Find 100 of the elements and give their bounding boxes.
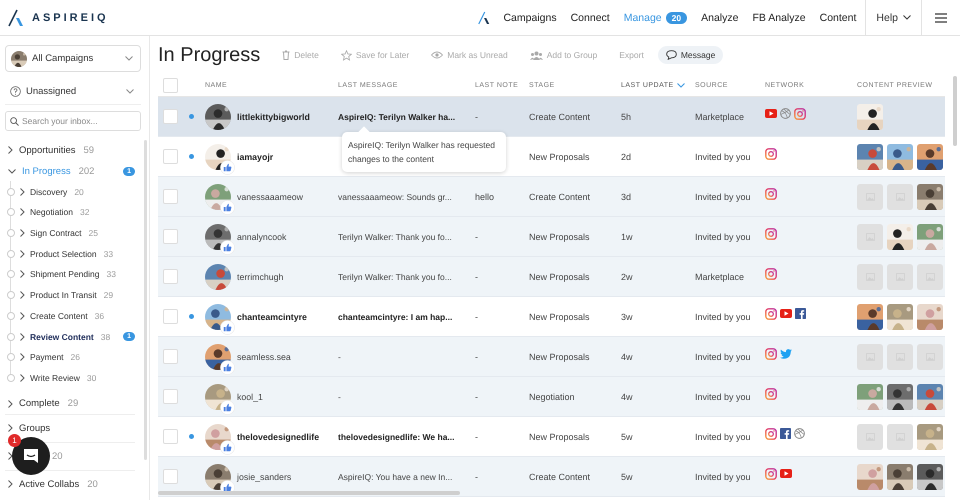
table-row[interactable]: annalyncook Terilyn Walker: Thank you fo... - New Proposals 1w Invited by you: [158, 217, 945, 257]
folder-item[interactable]: Opportunities: [19, 144, 76, 156]
unread-dot: [189, 114, 194, 119]
youtube-icon: [780, 309, 792, 318]
chevron-right-icon[interactable]: [8, 452, 13, 460]
stage-count: 32: [80, 207, 90, 218]
stage-item[interactable]: Product In Transit: [30, 290, 97, 300]
influencer-name[interactable]: iamayojr: [237, 152, 274, 162]
stage-item[interactable]: Create Content: [30, 310, 88, 321]
influencer-name[interactable]: vanessaaameow: [237, 192, 304, 202]
nav-link[interactable]: Content: [812, 12, 864, 24]
chevron-right-icon[interactable]: [20, 332, 25, 341]
update-time: 4w: [621, 392, 634, 402]
row-checkbox[interactable]: [163, 189, 178, 204]
table-row[interactable]: kool_1 - - Negotiation 4w Invited by you: [158, 377, 945, 417]
chevron-right-icon[interactable]: [8, 400, 13, 408]
stage-node-icon: [7, 229, 15, 238]
chevron-right-icon[interactable]: [20, 353, 25, 362]
stage-text: Negotiation: [529, 392, 576, 402]
row-checkbox[interactable]: [163, 349, 178, 364]
assignee-dropdown[interactable]: Unassigned: [5, 78, 141, 105]
row-checkbox[interactable]: [163, 109, 178, 124]
chevron-right-icon[interactable]: [20, 229, 25, 238]
chevron-right-icon[interactable]: [20, 208, 25, 216]
trash-icon: [282, 50, 290, 60]
table-row[interactable]: vanessaaameow vanessaaameow: Sounds gr... hello Create Content 3d Invited by you: [158, 177, 945, 217]
last-message: AspireIQ: Terilyn Walker ha...: [338, 112, 456, 122]
chevron-right-icon[interactable]: [8, 146, 13, 154]
nav-link[interactable]: Analyze: [694, 12, 746, 24]
source-text: Invited by you: [695, 472, 752, 482]
row-checkbox[interactable]: [163, 229, 178, 244]
influencer-name[interactable]: annalyncook: [237, 232, 286, 242]
chevron-down-icon[interactable]: [903, 15, 911, 20]
stage-node-icon: [7, 291, 15, 300]
stage-item[interactable]: Negotiation: [30, 207, 74, 218]
row-checkbox[interactable]: [163, 389, 178, 404]
notification-badge: 1: [8, 434, 21, 447]
stage-item[interactable]: Sign Contract: [30, 228, 82, 238]
menu-icon[interactable]: [935, 12, 947, 22]
row-checkbox[interactable]: [163, 309, 178, 324]
stage-item[interactable]: Payment: [30, 352, 64, 362]
youtube-icon: [765, 109, 777, 118]
source-text: Invited by you: [695, 392, 752, 402]
source-text: Invited by you: [695, 432, 752, 442]
chevron-right-icon[interactable]: [8, 424, 13, 432]
influencer-name[interactable]: josie_sanders: [237, 472, 292, 482]
chevron-right-icon[interactable]: [20, 291, 25, 300]
update-time: 5w: [621, 472, 634, 482]
logo-icon[interactable]: [478, 10, 490, 24]
stage-item[interactable]: Write Review: [30, 372, 80, 383]
nav-link[interactable]: FB Analyze: [745, 12, 813, 24]
influencer-name[interactable]: chanteamcintyre: [237, 312, 307, 322]
chevron-right-icon[interactable]: [20, 250, 25, 258]
chevron-right-icon[interactable]: [20, 374, 25, 382]
stage-text: New Proposals: [529, 232, 591, 242]
last-message: -: [338, 352, 341, 362]
influencer-name[interactable]: seamless.sea: [237, 352, 291, 362]
chevron-right-icon[interactable]: [20, 312, 25, 320]
nav-link[interactable]: Connect: [564, 12, 617, 24]
stage-item[interactable]: Discovery: [30, 186, 68, 197]
influencer-name[interactable]: kool_1: [237, 392, 263, 402]
select-all-checkbox[interactable]: [163, 78, 178, 92]
stage-item[interactable]: Review Content: [30, 332, 94, 342]
search-field[interactable]: Search your inbox...: [5, 111, 141, 131]
chevron-down-icon[interactable]: [8, 168, 16, 174]
table-row[interactable]: terrimchugh Terilyn Walker: Thank you fo... - New Proposals 2w Marketplace: [158, 257, 945, 297]
table-row[interactable]: josie_sanders AspireIQ: You have a new In... - Create Content 5w Invited by you: [158, 457, 945, 497]
stage-text: New Proposals: [529, 152, 591, 162]
chevron-right-icon[interactable]: [20, 188, 25, 196]
stage-count: 30: [86, 372, 96, 383]
influencer-name[interactable]: terrimchugh: [237, 272, 284, 282]
help-menu[interactable]: Help: [865, 0, 922, 35]
chevron-right-icon[interactable]: [8, 480, 13, 488]
campaign-dropdown[interactable]: All Campaigns: [5, 45, 141, 72]
section-item[interactable]: Groups: [19, 422, 50, 434]
table-row[interactable]: seamless.sea - - New Proposals 4w Invited by you: [158, 337, 945, 377]
influencer-name[interactable]: thelovedesignedlife: [237, 432, 320, 442]
row-checkbox[interactable]: [163, 269, 178, 284]
last-note: -: [475, 432, 478, 442]
last-note: hello: [475, 192, 494, 202]
row-checkbox[interactable]: [163, 429, 178, 444]
message-tooltip: AspireIQ: Terilyn Walker has requested changes to the content: [342, 127, 506, 172]
folder-count: 202: [78, 166, 94, 177]
dribbble-icon: [780, 108, 791, 119]
folder-item[interactable]: Complete: [19, 398, 60, 410]
sort-chevron-icon[interactable]: [676, 82, 685, 88]
toolbar-button[interactable]: Message: [658, 46, 724, 64]
stage-count: 20: [74, 186, 84, 197]
chevron-right-icon[interactable]: [20, 270, 25, 278]
stage-item[interactable]: Shipment Pending: [30, 269, 100, 280]
group-icon: [530, 50, 543, 60]
source-text: Invited by you: [695, 232, 752, 242]
stage-item[interactable]: Product Selection: [30, 248, 97, 259]
influencer-name[interactable]: littlekittybigworld: [237, 112, 310, 122]
row-checkbox[interactable]: [163, 149, 178, 164]
row-checkbox[interactable]: [163, 469, 178, 484]
nav-link[interactable]: Campaigns: [496, 12, 564, 24]
stage-node-icon: [7, 374, 15, 382]
section-item[interactable]: Active Collabs: [19, 478, 80, 490]
last-note: -: [475, 232, 478, 242]
